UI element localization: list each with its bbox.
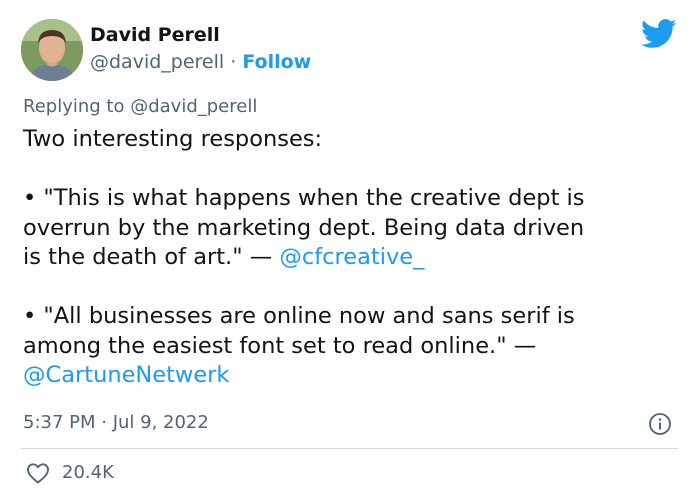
tweet-line: overrun by the marketing dept. Being dat… xyxy=(23,214,585,241)
divider xyxy=(21,448,678,449)
tweet-line: @CartuneNetwerk xyxy=(23,361,678,391)
author-handle[interactable]: @david_perell xyxy=(90,51,224,73)
tweet-line: • "This is what happens when the creativ… xyxy=(23,185,585,211)
tweet-line: among the easiest font set to read onlin… xyxy=(23,332,537,359)
tweet-line: is the death of art." — @cfcreative_ xyxy=(23,244,425,270)
author-avatar[interactable] xyxy=(21,19,83,81)
replying-mention[interactable]: @david_perell xyxy=(130,96,257,117)
tweet-timestamp[interactable]: 5:37 PM · Jul 9, 2022 xyxy=(23,412,209,433)
tweet-line: Two interesting responses: xyxy=(23,126,323,152)
twitter-bird-icon[interactable] xyxy=(641,19,677,49)
follow-button[interactable]: Follow xyxy=(242,51,311,73)
author-name[interactable]: David Perell xyxy=(90,24,220,46)
mention-link-cfcreative[interactable]: @cfcreative_ xyxy=(279,244,424,270)
author-handle-line: @david_perell · Follow xyxy=(90,51,311,73)
tweet-line: • "All businesses are online now and san… xyxy=(23,303,575,329)
heart-icon[interactable] xyxy=(26,462,50,484)
tweet-card: David Perell @david_perell · Follow Repl… xyxy=(0,0,700,502)
replying-to: Replying to @david_perell xyxy=(23,96,257,117)
handle-separator: · xyxy=(230,51,237,73)
like-count[interactable]: 20.4K xyxy=(62,462,114,483)
tweet-body: Two interesting responses: • "This is wh… xyxy=(23,125,678,391)
replying-prefix: Replying to xyxy=(23,96,125,117)
info-icon[interactable] xyxy=(648,412,672,436)
mention-link-cartunenetwerk[interactable]: @CartuneNetwerk xyxy=(23,362,229,388)
